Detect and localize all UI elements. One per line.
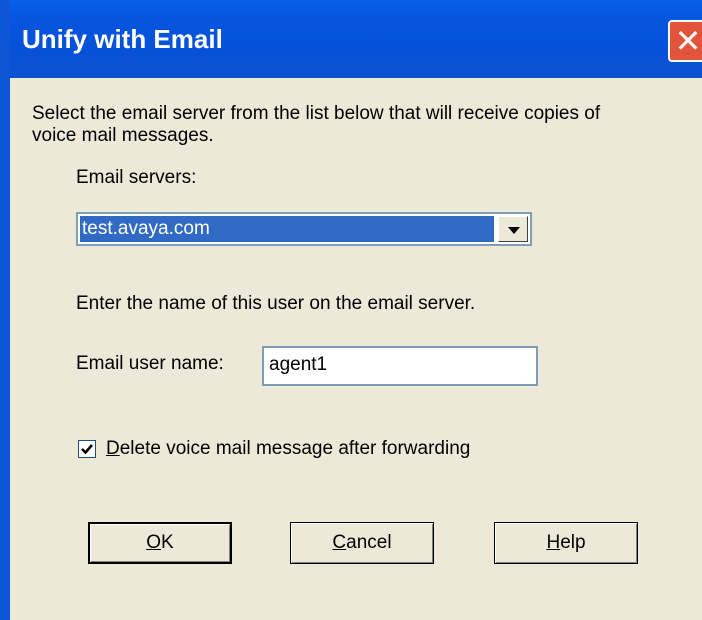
close-icon: ✕	[674, 23, 702, 59]
email-server-selected-value: test.avaya.com	[80, 216, 494, 242]
intro-text-line1: Select the email server from the list be…	[32, 103, 601, 124]
email-user-label: Email user name:	[76, 353, 224, 374]
checkmark-icon	[81, 444, 93, 455]
close-button[interactable]: ✕	[668, 20, 702, 62]
cancel-label: ancel	[346, 532, 392, 553]
delete-label-text: elete voice mail message after forwardin…	[119, 438, 471, 459]
user-prompt-text: Enter the name of this user on the email…	[76, 293, 476, 314]
window-left-border	[0, 0, 10, 620]
cancel-mnemonic: C	[332, 532, 347, 553]
ok-label: K	[161, 532, 174, 553]
dropdown-button[interactable]	[498, 216, 528, 242]
ok-mnemonic: O	[146, 532, 162, 553]
intro-text-line2: voice mail messages.	[32, 125, 214, 146]
email-servers-label: Email servers:	[76, 167, 197, 188]
help-mnemonic: H	[546, 532, 561, 553]
window-title: Unify with Email	[22, 24, 223, 54]
email-server-dropdown[interactable]: test.avaya.com	[76, 212, 532, 246]
delete-after-forwarding-label[interactable]: Delete voice mail message after forwardi…	[106, 437, 470, 461]
chevron-down-icon	[508, 227, 520, 234]
email-user-input[interactable]: agent1	[262, 346, 538, 386]
title-bar[interactable]: Unify with Email ✕	[0, 0, 702, 78]
help-label: elp	[560, 532, 586, 553]
help-button[interactable]: Help	[494, 522, 638, 564]
cancel-button[interactable]: Cancel	[290, 522, 434, 564]
mnemonic-d: D	[106, 438, 120, 459]
ok-button[interactable]: OK	[88, 522, 232, 564]
delete-after-forwarding-checkbox[interactable]	[78, 440, 96, 458]
